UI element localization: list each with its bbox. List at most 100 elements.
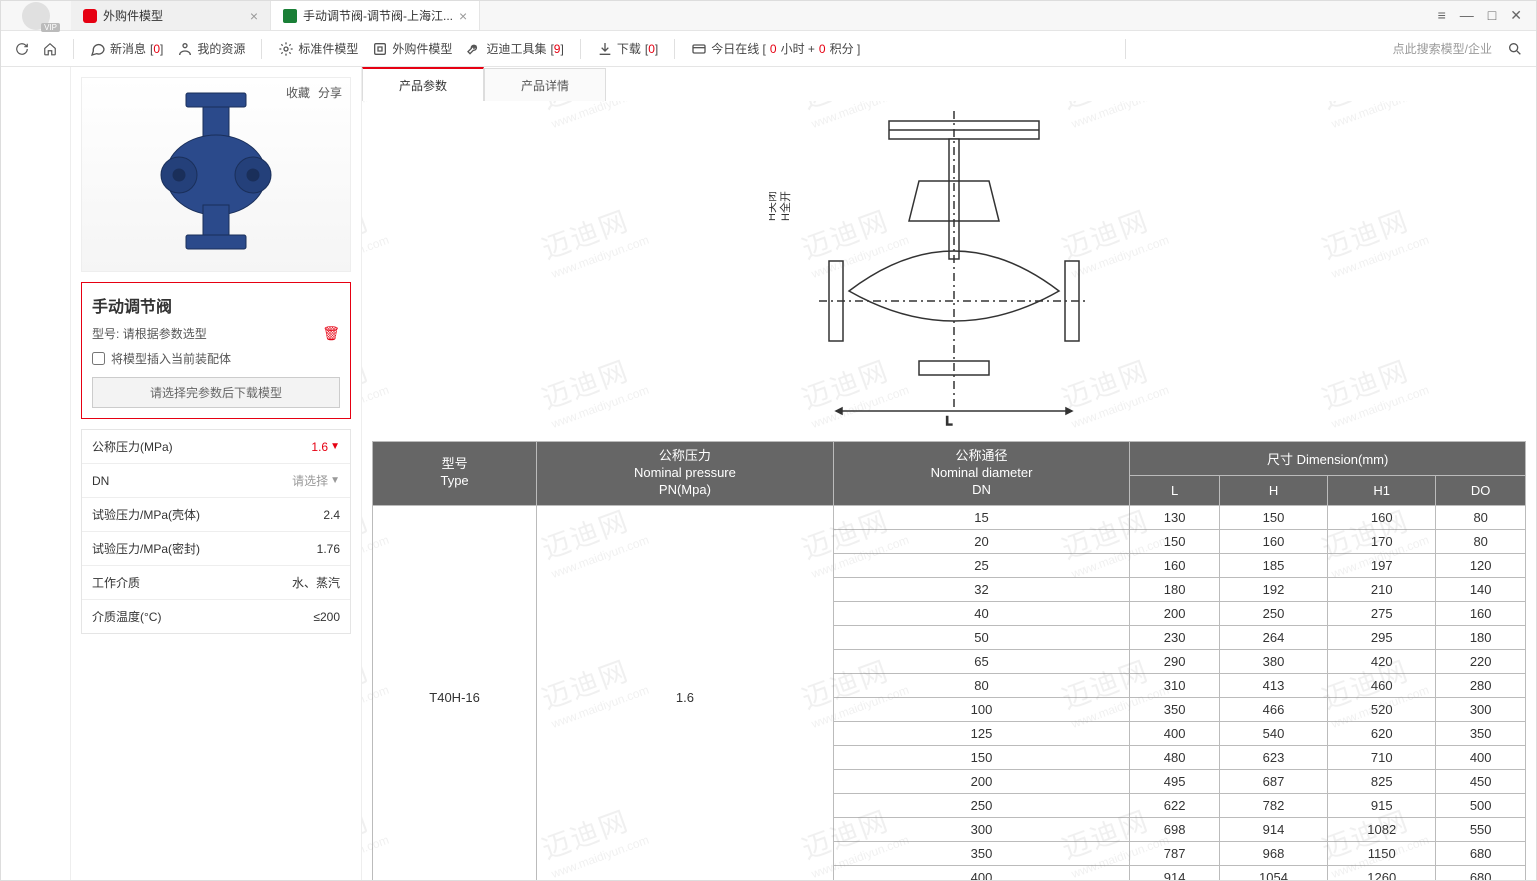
cell-DO: 160: [1436, 601, 1526, 625]
table-row: T40H-161.61513015016080: [373, 505, 1526, 529]
page-icon: [283, 9, 297, 23]
cell-H1: 1082: [1328, 817, 1436, 841]
insert-checkbox-input[interactable]: [92, 352, 105, 365]
toolbar: 新消息 [0] 我的资源 标准件模型 外购件模型 迈迪工具集 [9] 下载 [0…: [1, 31, 1536, 67]
cell-DO: 450: [1436, 769, 1526, 793]
cell-H: 782: [1219, 793, 1327, 817]
param-key: 试验压力/MPa(密封): [92, 540, 200, 557]
param-value: 2.4: [323, 508, 340, 522]
param-row[interactable]: DN 请选择 ▼: [82, 464, 350, 498]
cell-L: 160: [1130, 553, 1220, 577]
technical-drawing: L H关闭 H全开: [362, 101, 1536, 441]
cell-L: 180: [1130, 577, 1220, 601]
param-value: 1.6 ▼: [311, 440, 340, 454]
cell-DO: 80: [1436, 529, 1526, 553]
cell-H: 413: [1219, 673, 1327, 697]
model-label: 型号:: [92, 327, 119, 341]
cell-H1: 1260: [1328, 865, 1436, 880]
cell-L: 787: [1130, 841, 1220, 865]
cell-H: 250: [1219, 601, 1327, 625]
left-gutter: [1, 67, 71, 880]
toolset-button[interactable]: 迈迪工具集 [9]: [462, 38, 567, 59]
tab-valve-page[interactable]: 手动调节阀-调节阀-上海江... ×: [271, 1, 480, 30]
insert-label: 将模型插入当前装配体: [111, 350, 231, 367]
tab-label: 手动调节阀-调节阀-上海江...: [303, 7, 453, 24]
cell-L: 230: [1130, 625, 1220, 649]
product-title: 手动调节阀: [92, 293, 340, 317]
refresh-icon[interactable]: [11, 38, 33, 60]
cell-DO: 300: [1436, 697, 1526, 721]
detail-body[interactable]: 迈迪网www.maidiyun.com迈迪网www.maidiyun.com迈迪…: [362, 101, 1536, 880]
trash-icon[interactable]: 🗑: [322, 325, 340, 342]
param-row[interactable]: 公称压力(MPa)1.6 ▼: [82, 430, 350, 464]
close-icon[interactable]: ×: [459, 8, 467, 24]
favorite-button[interactable]: 收藏: [286, 84, 310, 101]
cell-dn: 350: [833, 841, 1130, 865]
standard-model-button[interactable]: 标准件模型: [274, 38, 362, 59]
param-key: 试验压力/MPa(壳体): [92, 506, 200, 523]
cell-dn: 300: [833, 817, 1130, 841]
avatar[interactable]: VIP: [22, 2, 50, 30]
cell-dn: 250: [833, 793, 1130, 817]
external-model-button[interactable]: 外购件模型: [368, 38, 456, 59]
cell-DO: 550: [1436, 817, 1526, 841]
download-count: 0: [648, 42, 655, 56]
cell-L: 698: [1130, 817, 1220, 841]
cell-dn: 150: [833, 745, 1130, 769]
tab-product-param[interactable]: 产品参数: [362, 67, 484, 102]
param-key: DN: [92, 474, 109, 488]
right-panel: 产品参数 产品详情 迈迪网www.maidiyun.com迈迪网www.maid…: [361, 67, 1536, 880]
maximize-icon[interactable]: □: [1488, 7, 1496, 24]
titlebar: VIP 外购件模型 × 手动调节阀-调节阀-上海江... × ≡ — □ ✕: [1, 1, 1536, 31]
insert-assembly-checkbox[interactable]: 将模型插入当前装配体: [92, 350, 340, 367]
cell-dn: 65: [833, 649, 1130, 673]
tab-label: 外购件模型: [103, 7, 163, 24]
cell-H: 968: [1219, 841, 1327, 865]
vip-badge: VIP: [41, 23, 60, 32]
param-value: 水、蒸汽: [292, 574, 340, 591]
close-window-icon[interactable]: ✕: [1510, 7, 1522, 24]
window-controls: ≡ — □ ✕: [1424, 7, 1536, 24]
cell-DO: 180: [1436, 625, 1526, 649]
online-points: 0: [819, 42, 826, 56]
download-model-button[interactable]: 请选择完参数后下载模型: [92, 377, 340, 408]
external-model-label: 外购件模型: [392, 40, 452, 57]
spec-table: 型号Type 公称压力Nominal pressurePN(Mpa) 公称通径N…: [372, 441, 1526, 880]
cell-L: 914: [1130, 865, 1220, 880]
home-icon[interactable]: [39, 38, 61, 60]
cell-DO: 350: [1436, 721, 1526, 745]
left-panel: 收藏 分享: [71, 67, 361, 880]
cell-dn: 25: [833, 553, 1130, 577]
download-button[interactable]: 下载 [0]: [593, 38, 662, 59]
online-hours: 0: [770, 42, 777, 56]
cell-DO: 220: [1436, 649, 1526, 673]
my-resources-button[interactable]: 我的资源: [173, 38, 249, 59]
cell-DO: 140: [1436, 577, 1526, 601]
cell-H: 687: [1219, 769, 1327, 793]
cell-L: 310: [1130, 673, 1220, 697]
toolset-count: 9: [554, 42, 561, 56]
cell-L: 150: [1130, 529, 1220, 553]
cell-L: 200: [1130, 601, 1220, 625]
new-message-button[interactable]: 新消息 [0]: [86, 38, 167, 59]
tab-external-model[interactable]: 外购件模型 ×: [71, 1, 271, 30]
tab-product-detail[interactable]: 产品详情: [484, 68, 606, 102]
cell-H1: 710: [1328, 745, 1436, 769]
param-value: 请选择 ▼: [292, 472, 340, 489]
online-mid: 小时 +: [781, 40, 815, 57]
cell-DO: 400: [1436, 745, 1526, 769]
close-icon[interactable]: ×: [250, 8, 258, 24]
search-hint[interactable]: 点此搜索模型/企业: [1393, 40, 1498, 57]
search-icon[interactable]: [1504, 38, 1526, 60]
parameter-list: 公称压力(MPa)1.6 ▼ DN 请选择 ▼ 试验压力/MPa(壳体) 2.4 试验压力…: [81, 429, 351, 634]
menu-icon[interactable]: ≡: [1438, 7, 1446, 24]
svg-text:L: L: [946, 414, 953, 428]
share-button[interactable]: 分享: [318, 84, 342, 101]
svg-text:H全开: H全开: [778, 191, 792, 221]
param-value: 1.76: [317, 542, 340, 556]
minimize-icon[interactable]: —: [1460, 7, 1474, 24]
my-resources-label: 我的资源: [197, 40, 245, 57]
content: 收藏 分享: [1, 67, 1536, 880]
cell-H: 623: [1219, 745, 1327, 769]
cell-H1: 1150: [1328, 841, 1436, 865]
